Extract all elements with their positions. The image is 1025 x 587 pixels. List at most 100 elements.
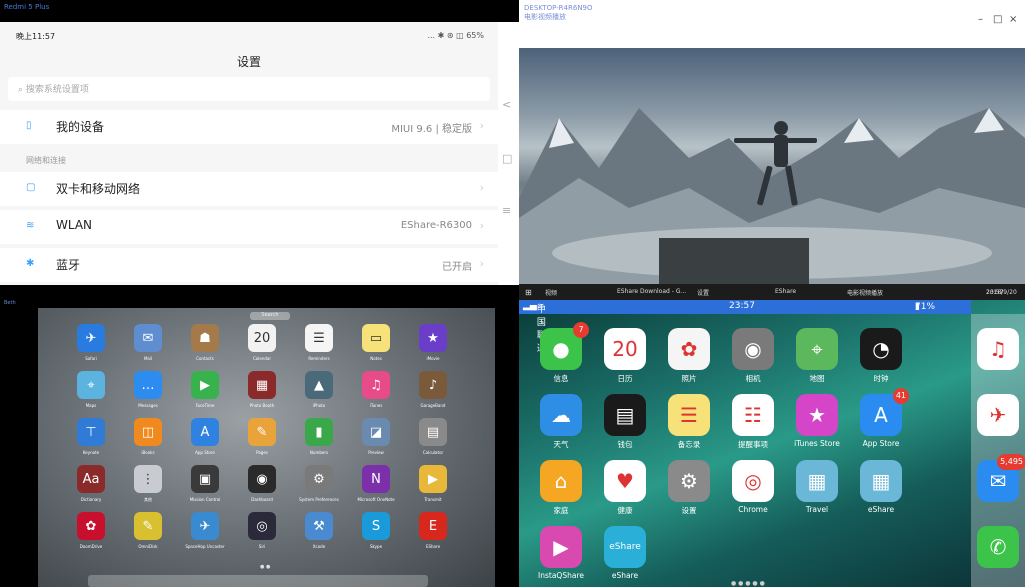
app-label: 钱包 [617,440,633,449]
app-label: Numbers [309,450,329,455]
settings-row-bluetooth[interactable]: ✱ 蓝牙 已开启 › [0,248,498,282]
taskbar-item-eshare[interactable]: EShare [775,288,796,295]
launchpad-app-calculator[interactable]: ▤ Calculator [410,418,456,455]
home-app-eshare[interactable]: eShare eShare [593,526,657,580]
launchpad-app-app-store[interactable]: A App Store [182,418,228,455]
home-app-app-store[interactable]: A 41 App Store [849,388,913,448]
taskbar-item-eshare-download[interactable]: EShare Download - G... [617,288,686,295]
launchpad-app-keynote[interactable]: ⊤ Keynote [68,418,114,455]
back-nav-icon[interactable]: < [502,98,511,111]
dock-app-music[interactable]: ♫ [966,328,1025,373]
close-button[interactable]: × [1009,14,1017,25]
home-app-天气[interactable]: ☁ 天气 [529,394,593,450]
launchpad-app-safari[interactable]: ✈ Safari [68,324,114,361]
dual-sim-label: 双卡和移动网络 [56,182,141,196]
minimize-button[interactable]: – [978,14,983,25]
launchpad-app-numbers[interactable]: ▮ Numbers [296,418,342,455]
home-app-照片[interactable]: ✿ 照片 [657,328,721,384]
taskbar-item-player[interactable]: 电影视频播放 [847,288,883,297]
menu-nav-icon[interactable]: ≡ [502,204,511,217]
home-app-提醒事项[interactable]: ☷ 提醒事项 [721,394,785,450]
launchpad-app-skype[interactable]: S Skype [353,512,399,549]
home-app-日历[interactable]: 20 日历 [593,328,657,384]
home-app-备忘录[interactable]: ☰ 备忘录 [657,394,721,450]
compass-icon: ✈ [77,324,105,352]
app-label: eShare [867,505,895,514]
taskbar-item-video[interactable]: 视频 [545,288,557,297]
home-app-信息[interactable]: ● 7 信息 [529,322,593,384]
launchpad-app-maps[interactable]: ⌖ Maps [68,371,114,408]
launchpad-app-ibooks[interactable]: ◫ iBooks [125,418,171,455]
launchpad-app-dashboard[interactable]: ◉ Dashboard [239,465,285,502]
home-app-travel[interactable]: ▦ Travel [785,460,849,514]
safari-icon: ✈ [977,394,1019,436]
settings-row-dual-sim[interactable]: ▢ 双卡和移动网络 › [0,172,498,206]
video-frame[interactable] [519,48,1025,284]
status-indicators: ... ✱ ⊛ ◫ 65% [427,31,484,40]
app-label: Mission Control [189,497,221,502]
home-app-相机[interactable]: ◉ 相机 [721,328,785,384]
search-input[interactable]: ⌕ 搜索系统设置项 [8,77,490,101]
launchpad-app-dictionary[interactable]: Aa Dictionary [68,465,114,502]
launchpad-app-microsoft-onenote[interactable]: N Microsoft OneNote [353,465,399,502]
dock-app-safari[interactable]: ✈ [966,394,1025,439]
launchpad-app-photo-booth[interactable]: ▦ Photo Booth [239,371,285,408]
app-label: Dictionary [80,497,102,502]
app-label: Calculator [422,450,444,455]
launchpad-app-transmit[interactable]: ▶ Transmit [410,465,456,502]
dock-app-mail[interactable]: ✉ 5,495 [966,454,1025,505]
launchpad-app-mission-control[interactable]: ▣ Mission Control [182,465,228,502]
home-nav-icon[interactable]: □ [502,152,512,165]
home-app-地图[interactable]: ⌖ 地图 [785,328,849,384]
app-label: App Store [862,439,900,448]
taskbar-item-settings[interactable]: 设置 [697,288,709,297]
launchpad-app-notes[interactable]: ▭ Notes [353,324,399,361]
launchpad-search-input[interactable]: Search [250,312,290,320]
messages-icon: ● 7 [540,322,589,370]
folder-icon: ▦ [860,460,902,502]
launchpad-app-doomdrive[interactable]: ✿ DoomDrive [68,512,114,549]
launchpad-app-messages[interactable]: … Messages [125,371,171,408]
launchpad-app-mail[interactable]: ✉ Mail [125,324,171,361]
device-icon: ▯ [26,120,32,131]
windows-start-icon[interactable]: ⊞ [525,288,532,297]
home-app-家庭[interactable]: ⌂ 家庭 [529,460,593,516]
launchpad-app-calendar[interactable]: 20 Calendar [239,324,285,361]
launchpad-app-facetime[interactable]: ▶ FaceTime [182,371,228,408]
maximize-button[interactable]: □ [993,14,1002,25]
app-label: 其他 [144,497,152,502]
app-label: 日历 [617,374,633,383]
app-label: Pages [256,450,268,455]
android-nav-sidebar: < □ ≡ [498,22,519,285]
home-app-设置[interactable]: ⚙ 设置 [657,460,721,516]
home-app-chrome[interactable]: ◎ Chrome [721,460,785,514]
home-app-健康[interactable]: ♥ 健康 [593,460,657,516]
launchpad-app-xcode[interactable]: ⚒ Xcode [296,512,342,549]
launchpad-app-system-preferences[interactable]: ⚙ System Preferences [296,465,342,502]
launchpad-app-eshare[interactable]: E EShare [410,512,456,549]
launchpad-app-其他[interactable]: ⋮ 其他 [125,465,171,503]
app-label: Dashboard [251,497,273,502]
launchpad-app-pages[interactable]: ✎ Pages [239,418,285,455]
launchpad-app-siri[interactable]: ◎ Siri [239,512,285,549]
launchpad-app-imovie[interactable]: ★ iMovie [410,324,456,361]
launchpad-app-reminders[interactable]: ☰ Reminders [296,324,342,361]
home-app-时钟[interactable]: ◔ 时钟 [849,328,913,384]
home-app-instaqshare[interactable]: ▶ InstaQShare [529,526,593,580]
iphoto-icon: ▲ [305,371,333,399]
launchpad-app-iphoto[interactable]: ▲ iPhoto [296,371,342,408]
launchpad-app-garageband[interactable]: ♪ GarageBand [410,371,456,408]
settings-row-wlan[interactable]: ≋ WLAN EShare-R6300 › [0,210,498,244]
home-app-eshare[interactable]: ▦ eShare [849,460,913,514]
launchpad-app-omnidisk[interactable]: ✎ OmniDisk [125,512,171,549]
launchpad-app-preview[interactable]: ◪ Preview [353,418,399,455]
home-app-itunes-store[interactable]: ★ iTunes Store [785,394,849,448]
launchpad-app-itunes[interactable]: ♫ iTunes [353,371,399,408]
camera-icon: ◉ [732,328,774,370]
home-app-钱包[interactable]: ▤ 钱包 [593,394,657,450]
launchpad-app-contacts[interactable]: ☗ Contacts [182,324,228,361]
launchpad-app-spacehop-uncaster[interactable]: ✈ SpaceHop Uncaster [182,512,228,549]
app-label: 健康 [617,506,633,515]
dock-app-phone[interactable]: ✆ [966,526,1025,571]
settings-row-my-device[interactable]: ▯ 我的设备 MIUI 9.6 | 稳定版 › [0,110,498,144]
